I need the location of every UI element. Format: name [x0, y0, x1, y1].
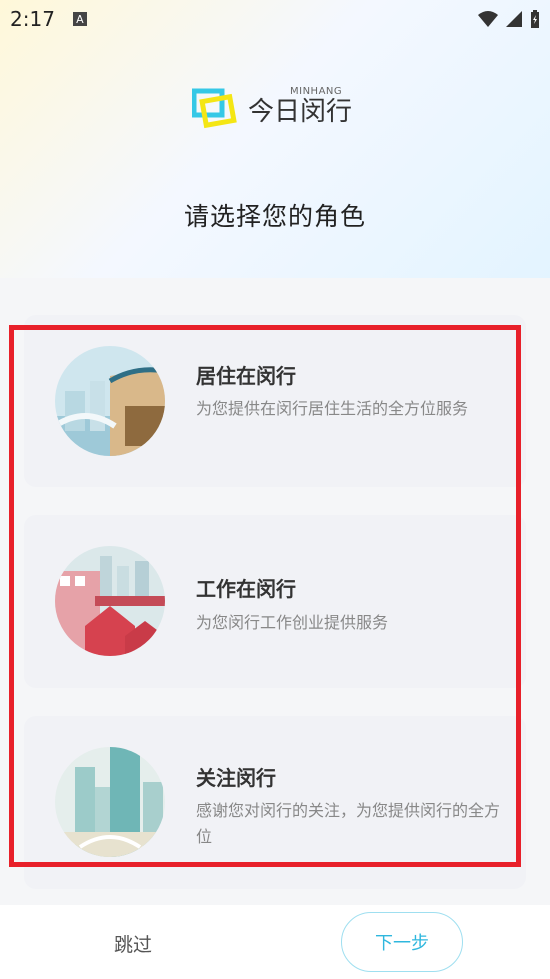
role-description: 为您提供在闵行居住生活的全方位服务 — [196, 399, 469, 418]
status-bar: 2:17 A — [0, 0, 550, 38]
header-background — [0, 0, 550, 278]
role-card-work[interactable]: 工作在闵行 为您闵行工作创业提供服务 — [24, 515, 526, 688]
role-title: 关注闵行 — [196, 766, 276, 790]
role-description: 感谢您对闵行的关注，为您提供闵行的全方位 — [196, 801, 501, 846]
role-description: 为您闵行工作创业提供服务 — [196, 613, 389, 632]
status-time: 2:17 — [10, 7, 55, 31]
bottom-bar — [0, 905, 550, 979]
skip-button[interactable]: 跳过 — [114, 930, 152, 957]
role-title: 居住在闵行 — [196, 364, 296, 388]
app-logo: MINHANG 今日闵行 — [192, 80, 362, 132]
role-card-residence[interactable]: 居住在闵行 为您提供在闵行居住生活的全方位服务 — [24, 315, 526, 487]
signal-icon — [506, 11, 522, 27]
page-title: 请选择您的角色 — [183, 202, 366, 231]
logo-mark-icon — [192, 88, 237, 129]
work-illustration-icon — [55, 546, 165, 656]
logo-chinese: 今日闵行 — [248, 97, 353, 127]
notification-icon: A — [72, 12, 87, 26]
logo-english: MINHANG — [290, 86, 343, 97]
wifi-icon — [478, 11, 498, 27]
city-illustration-icon — [55, 747, 165, 857]
role-title: 工作在闵行 — [196, 577, 296, 601]
next-button[interactable]: 下一步 — [341, 912, 463, 972]
battery-icon — [531, 10, 539, 28]
residential-illustration-icon — [55, 346, 165, 456]
role-card-follow[interactable]: 关注闵行 感谢您对闵行的关注，为您提供闵行的全方位 — [24, 716, 526, 889]
